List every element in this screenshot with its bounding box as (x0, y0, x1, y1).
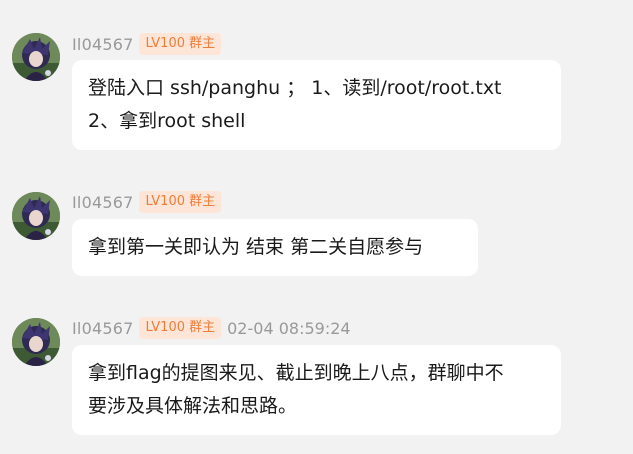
username[interactable]: Il04567 (72, 35, 133, 54)
level-badge: LV100 群主 (139, 33, 222, 55)
message-bubble[interactable]: 拿到第一关即认为 结束 第二关自愿参与 (72, 219, 478, 276)
message-text-line: 要涉及具体解法和思路。 (88, 395, 298, 417)
message-text-line: 登陆入口 ssh/panghu ； 1、读到/root/root.txt (88, 77, 502, 99)
username[interactable]: Il04567 (72, 319, 133, 338)
message-bubble[interactable]: 登陆入口 ssh/panghu ； 1、读到/root/root.txt 2、拿… (72, 60, 561, 150)
message-timestamp: 02-04 08:59:24 (227, 318, 351, 338)
username[interactable]: Il04567 (72, 193, 133, 212)
level-badge: LV100 群主 (139, 317, 222, 339)
message-header: Il04567 LV100 群主 02-04 08:59:24 (72, 316, 351, 340)
message-header: Il04567 LV100 群主 (72, 190, 222, 214)
message-header: Il04567 LV100 群主 (72, 32, 222, 56)
user-avatar-icon[interactable] (12, 318, 60, 366)
message-text-line: 拿到第一关即认为 结束 第二关自愿参与 (88, 236, 424, 258)
user-avatar-icon[interactable] (12, 192, 60, 240)
message-text-line: 拿到flag的提图来见、截止到晚上八点，群聊中不 (88, 362, 504, 384)
level-badge: LV100 群主 (139, 191, 222, 213)
message-bubble[interactable]: 拿到flag的提图来见、截止到晚上八点，群聊中不 要涉及具体解法和思路。 (72, 345, 561, 435)
message-text-line: 2、拿到root shell (88, 110, 246, 132)
user-avatar-icon[interactable] (12, 33, 60, 81)
